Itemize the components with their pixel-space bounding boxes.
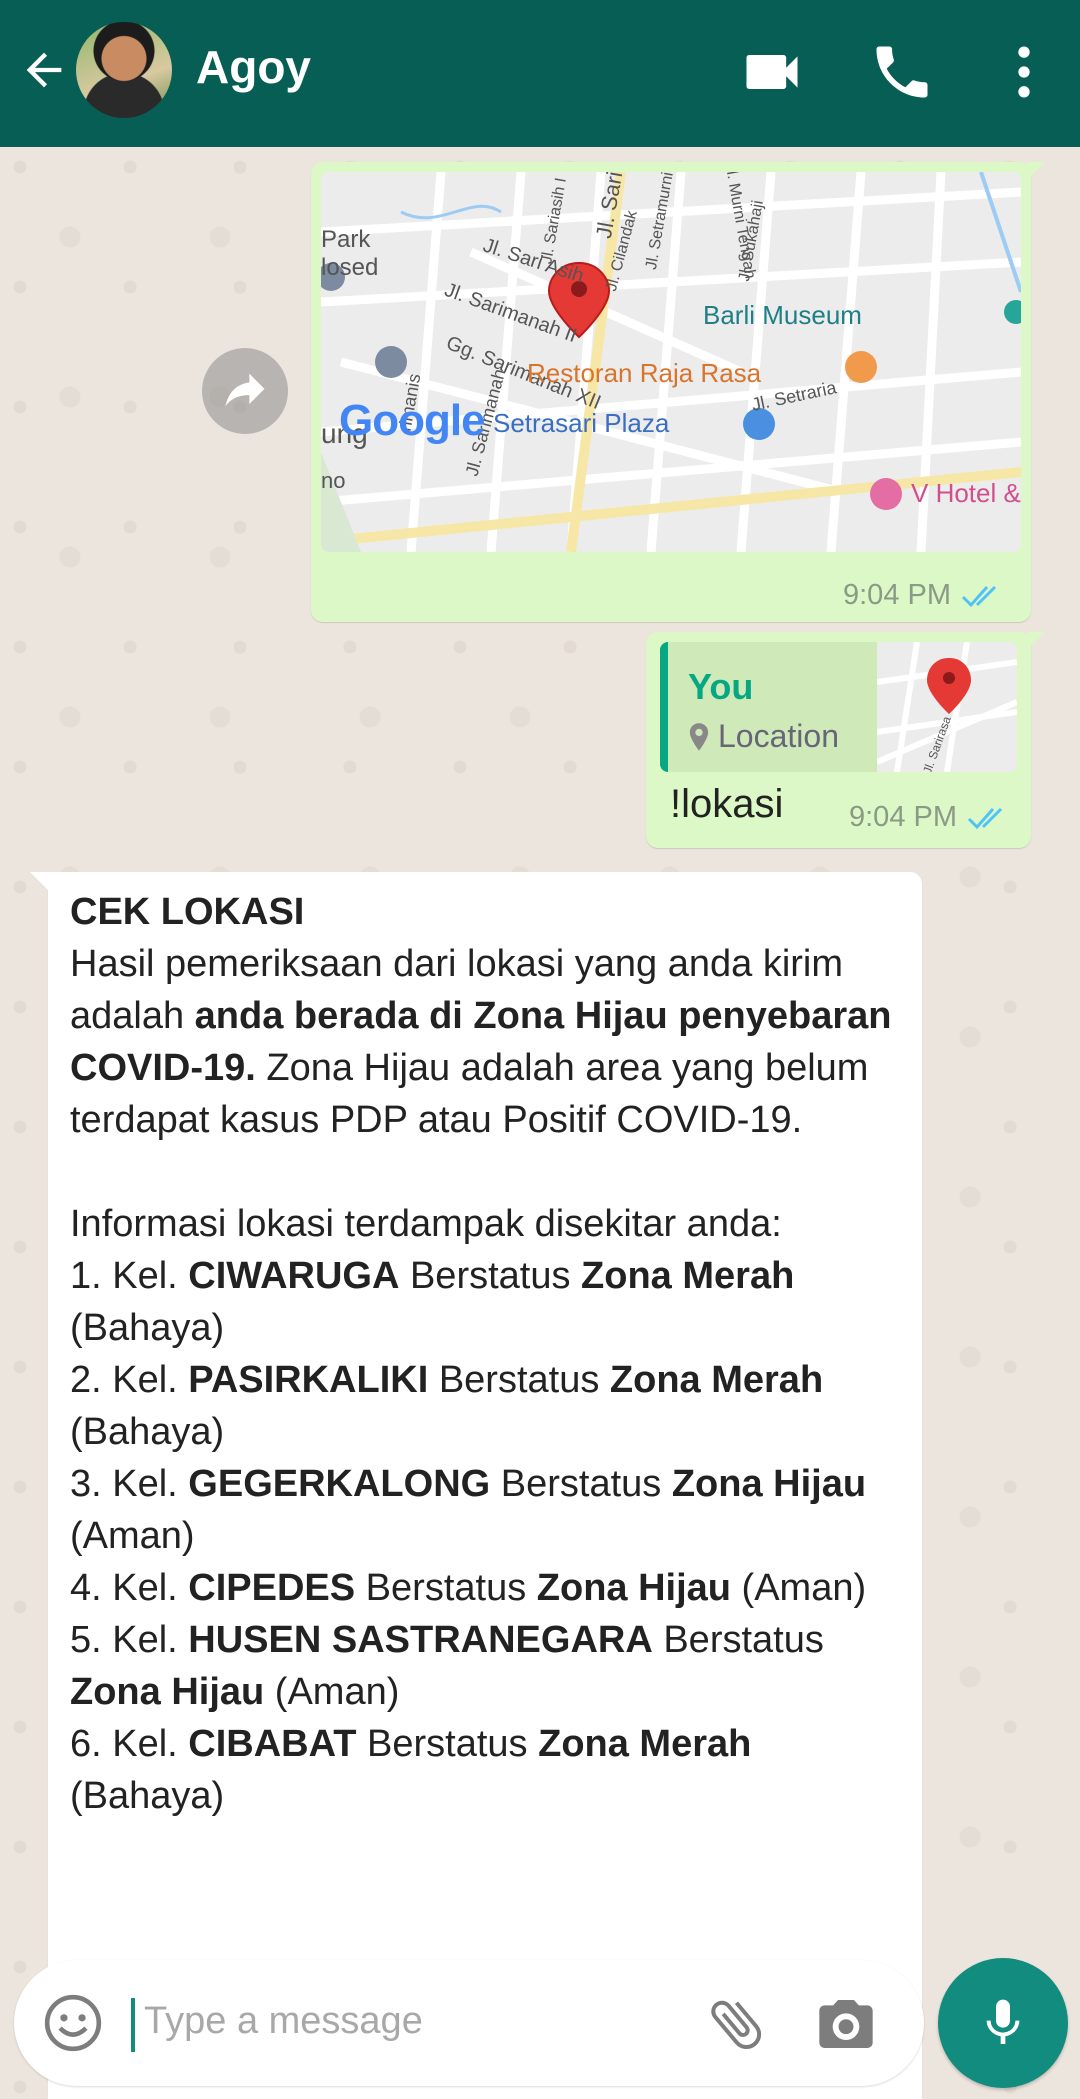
forward-button[interactable]: [202, 348, 288, 434]
back-arrow-icon[interactable]: [18, 44, 70, 96]
list-item: 6. Kel. CIBABAT Berstatus Zona Merah (Ba…: [70, 1723, 762, 1817]
map-label: losed: [321, 254, 379, 281]
video-call-icon[interactable]: [738, 38, 806, 106]
message-title: CEK LOKASI: [70, 891, 305, 933]
read-ticks-icon: [961, 585, 997, 607]
read-ticks-icon: [967, 807, 1003, 829]
chat-header: Agoy: [0, 0, 1080, 147]
map-label: Barli Museum: [703, 300, 862, 330]
quoted-message[interactable]: You Location Jl. Sarirasa: [660, 642, 1017, 772]
contact-name[interactable]: Agoy: [196, 40, 311, 94]
list-heading: Informasi lokasi terdampak disekitar and…: [70, 1203, 782, 1245]
more-vert-icon[interactable]: [990, 38, 1058, 106]
message-input[interactable]: Type a message: [144, 2000, 423, 2043]
message-meta: 9:04 PM: [849, 801, 1011, 834]
quote-sender: You: [688, 666, 754, 707]
list-item: 4. Kel. CIPEDES Berstatus Zona Hijau (Am…: [70, 1567, 867, 1609]
text-caret: [131, 1998, 135, 2052]
forward-icon: [225, 373, 265, 407]
list-item: 1. Kel. CIWARUGA Berstatus Zona Merah (B…: [70, 1255, 805, 1349]
message-time: 9:04 PM: [849, 801, 957, 833]
list-item: 2. Kel. PASIRKALIKI Berstatus Zona Merah…: [70, 1359, 834, 1453]
map-label: Restoran Raja Rasa: [527, 358, 762, 388]
location-thumbnail: Jl. Sarirasa: [877, 642, 1017, 772]
message-text: !lokasi: [670, 782, 784, 826]
map-label: V Hotel &: [911, 478, 1021, 508]
mic-icon: [986, 1999, 1020, 2044]
incoming-message[interactable]: CEK LOKASI Hasil pemeriksaan dari lokasi…: [30, 872, 922, 2099]
reply-message[interactable]: You Location Jl. Sarirasa !lokasi 9:04 P…: [646, 632, 1045, 848]
message-composer: Type a message: [14, 1960, 924, 2086]
camera-icon[interactable]: [814, 1992, 878, 2056]
attach-icon[interactable]: [704, 1992, 768, 2056]
message-body: CEK LOKASI Hasil pemeriksaan dari lokasi…: [70, 886, 910, 1822]
message-meta: 9:04 PM: [843, 579, 1005, 612]
location-message[interactable]: Park losed Jl. Sari Asih Jl. Sarimanah I…: [311, 162, 1045, 622]
location-pin-icon: [689, 722, 709, 751]
list-item: 3. Kel. GEGERKALONG Berstatus Zona Hijau…: [70, 1463, 877, 1557]
quote-type: Location: [688, 718, 839, 755]
phone-call-icon[interactable]: [868, 38, 936, 106]
mic-button[interactable]: [938, 1958, 1068, 2088]
message-time: 9:04 PM: [843, 579, 951, 611]
list-item: 5. Kel. HUSEN SASTRANEGARA Berstatus Zon…: [70, 1619, 835, 1713]
map-label: Park: [321, 226, 371, 253]
map-label: no: [321, 468, 346, 493]
quote-bar: [660, 642, 668, 772]
emoji-icon[interactable]: [42, 1992, 104, 2054]
map-label: Setrasari Plaza: [493, 408, 670, 438]
google-logo: Google: [339, 396, 486, 445]
map-preview[interactable]: Park losed Jl. Sari Asih Jl. Sarimanah I…: [321, 172, 1021, 552]
avatar[interactable]: [76, 22, 172, 118]
quote-type-label: Location: [718, 718, 839, 754]
